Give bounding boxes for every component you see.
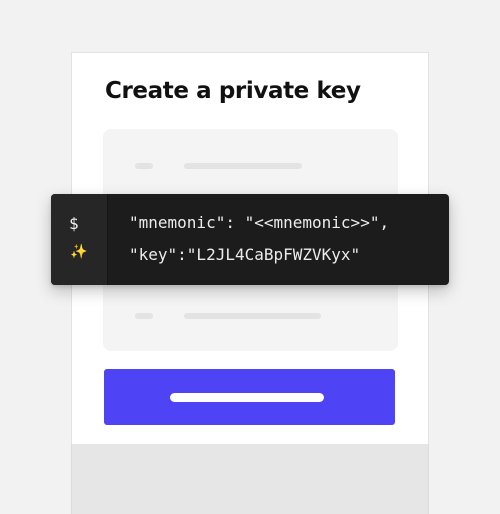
placeholder-label-short: [135, 163, 153, 169]
button-label-placeholder: [170, 393, 324, 402]
card-footer: [71, 444, 429, 514]
code-gutter: $ ✨: [51, 194, 108, 285]
page-title: Create a private key: [105, 78, 361, 104]
code-line: "key":"L2JL4CaBpFWZVKyx": [129, 245, 361, 264]
placeholder-label-long: [184, 163, 302, 169]
code-snippet: $ ✨: [51, 194, 449, 285]
create-key-button[interactable]: [104, 369, 395, 425]
sparkles-icon: ✨: [70, 244, 88, 260]
code-line: "mnemonic": "<<mnemonic>>",: [129, 213, 390, 232]
terminal-prompt-icon: $: [69, 214, 79, 233]
placeholder-label-long: [184, 313, 321, 319]
placeholder-label-short: [135, 313, 153, 319]
